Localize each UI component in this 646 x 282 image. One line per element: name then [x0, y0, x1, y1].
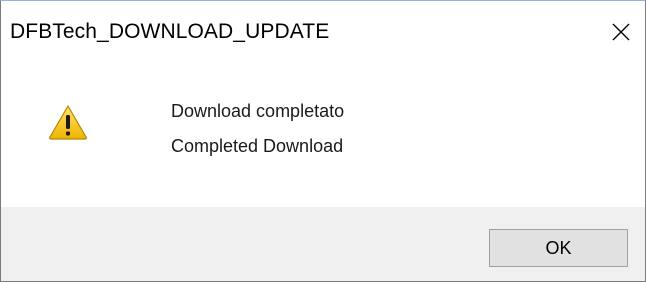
title-bar[interactable]: DFBTech_DOWNLOAD_UPDATE — [1, 1, 645, 67]
close-button[interactable] — [597, 1, 645, 63]
close-icon — [612, 23, 630, 41]
ok-button[interactable]: OK — [489, 229, 628, 267]
button-bar: OK — [1, 207, 645, 281]
message-dialog: DFBTech_DOWNLOAD_UPDATE Download complet… — [0, 0, 646, 282]
warning-icon — [49, 105, 87, 140]
message-area: Download completato Completed Download — [1, 67, 645, 207]
message-line-english: Completed Download — [171, 136, 344, 156]
message-line-italian: Download completato — [171, 101, 345, 121]
window-title: DFBTech_DOWNLOAD_UPDATE — [10, 20, 330, 43]
